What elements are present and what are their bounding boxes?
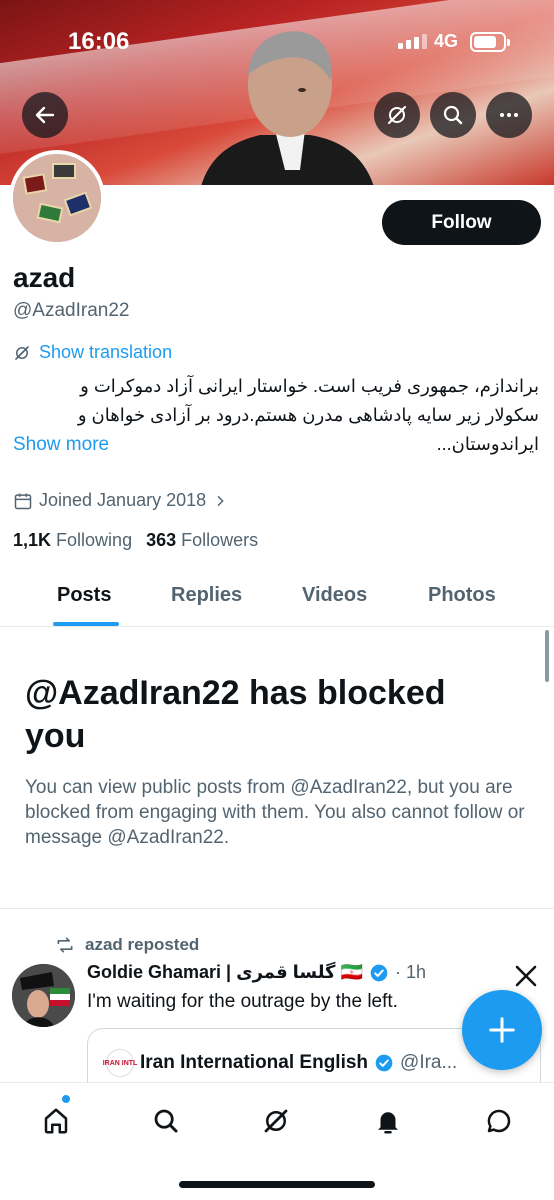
search-icon	[154, 1109, 178, 1133]
plus-icon	[489, 1017, 515, 1043]
follow-stats: 1,1K Following 363 Followers	[13, 530, 258, 551]
verified-badge-icon	[375, 1054, 393, 1072]
post-avatar-image	[12, 964, 75, 1027]
following-link[interactable]: 1,1K Following	[13, 530, 132, 551]
repost-icon	[57, 937, 73, 953]
tab-indicator	[53, 622, 119, 626]
divider	[0, 908, 554, 909]
x-logo-icon	[515, 965, 537, 987]
nav-grok[interactable]	[258, 1103, 294, 1139]
home-icon	[44, 1108, 68, 1134]
more-button[interactable]	[486, 92, 532, 138]
search-button[interactable]	[430, 92, 476, 138]
post-text: I'm waiting for the outrage by the left.	[87, 991, 398, 1012]
profile-name: azad	[13, 262, 76, 293]
verified-badge-icon	[370, 964, 388, 981]
show-translation-link[interactable]: Show translation	[13, 342, 172, 363]
show-translation-label: Show translation	[39, 342, 173, 362]
tab-posts[interactable]: Posts	[57, 584, 111, 607]
search-icon	[443, 105, 463, 125]
bio-line: سکولار زیر سایه پادشاهی مدرن هستم.درود ب…	[77, 405, 539, 425]
profile-bio: براندازم، جمهوری فریب است. خواستار ایران…	[13, 372, 539, 459]
tab-videos[interactable]: Videos	[302, 584, 367, 607]
repost-indicator: azad reposted	[55, 935, 199, 955]
status-bar: 16:06 4G	[0, 0, 554, 84]
quoted-post-header: IRAN INTL Iran International English @Ir…	[103, 1049, 458, 1077]
joined-label: Joined January 2018	[39, 490, 207, 510]
profile-tabs: Posts Replies Videos Photos	[0, 570, 554, 627]
blocked-title: @AzadIran22 has blocked you	[25, 674, 446, 755]
scrollbar[interactable]	[545, 630, 549, 682]
home-indicator[interactable]	[179, 1181, 375, 1188]
unread-dot	[62, 1095, 70, 1103]
post-author-avatar[interactable]	[12, 964, 75, 1027]
more-icon	[500, 113, 518, 117]
following-label: Following	[56, 530, 133, 550]
tab-replies[interactable]: Replies	[171, 584, 242, 607]
chevron-right-icon	[217, 495, 224, 506]
follow-button[interactable]: Follow	[382, 200, 541, 245]
bio-line: ایراندوستان...	[436, 434, 539, 454]
avatar-pins-image	[13, 154, 101, 242]
grok-icon	[264, 1109, 288, 1133]
blocked-description: You can view public posts from @AzadIran…	[25, 777, 525, 848]
tab-photos[interactable]: Photos	[428, 584, 496, 607]
quoted-author-avatar: IRAN INTL	[103, 1049, 137, 1077]
calendar-icon	[14, 493, 32, 509]
arrow-left-icon	[35, 106, 55, 124]
compose-button[interactable]	[462, 990, 542, 1070]
joined-date[interactable]: Joined January 2018	[13, 490, 228, 511]
post-author-name[interactable]: Goldie Ghamari | گلسا قمری 🇮🇷	[87, 962, 363, 983]
quoted-author-handle: @Ira...	[400, 1052, 458, 1073]
battery-icon	[470, 32, 510, 52]
status-time: 16:06	[68, 28, 130, 55]
post-time: · 1h	[394, 962, 426, 982]
quoted-author-name: Iran International English	[140, 1052, 369, 1073]
bio-line: براندازم، جمهوری فریب است. خواستار ایران…	[80, 376, 539, 396]
notifications-icon	[378, 1112, 398, 1134]
nav-home[interactable]	[38, 1103, 74, 1139]
signal-icon	[398, 34, 427, 49]
back-button[interactable]	[22, 92, 68, 138]
grok-icon	[15, 345, 29, 360]
following-count: 1,1K	[13, 530, 52, 550]
grok-icon	[387, 105, 407, 125]
followers-label: Followers	[181, 530, 259, 550]
nav-search[interactable]	[148, 1103, 184, 1139]
followers-link[interactable]: 363 Followers	[146, 530, 258, 551]
profile-avatar[interactable]	[9, 150, 105, 246]
show-more-link[interactable]: Show more	[13, 430, 109, 459]
network-type: 4G	[434, 31, 459, 51]
grok-button[interactable]	[374, 92, 420, 138]
followers-count: 363	[146, 530, 177, 550]
profile-handle: @AzadIran22	[13, 300, 130, 321]
repost-label: azad reposted	[85, 935, 200, 954]
nav-messages[interactable]	[481, 1103, 517, 1139]
messages-icon	[487, 1109, 511, 1133]
nav-notifications[interactable]	[370, 1103, 406, 1139]
post-header: Goldie Ghamari | گلسا قمری 🇮🇷 · 1h	[87, 962, 426, 983]
